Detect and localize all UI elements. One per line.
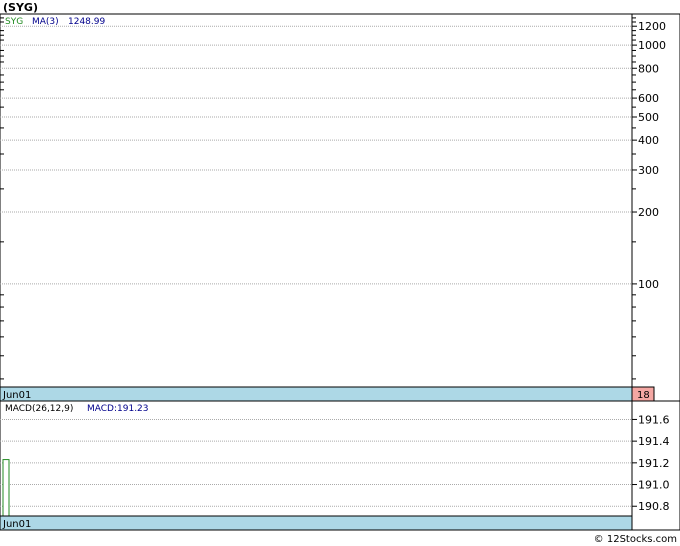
macd-tick-label: 191.0 xyxy=(638,479,670,492)
macd-legend-label: MACD(26,12,9) xyxy=(5,404,73,414)
days-badge-value: 18 xyxy=(637,390,650,401)
macd-tick-label: 190.8 xyxy=(638,500,670,513)
price-tick-label: 100 xyxy=(638,278,659,291)
price-legend-ticker: SYG xyxy=(5,17,23,27)
macd-date-label: Jun01 xyxy=(2,519,31,530)
credit-text: © 12Stocks.com xyxy=(594,534,677,545)
macd-legend-value: MACD:191.23 xyxy=(87,404,149,414)
price-tick-label: 1200 xyxy=(638,20,666,33)
macd-tick-label: 191.2 xyxy=(638,457,670,470)
macd-tick-label: 191.4 xyxy=(638,435,670,448)
price-tick-label: 1000 xyxy=(638,39,666,52)
price-tick-label: 300 xyxy=(638,164,659,177)
stock-chart: (SYG) 12001000800600500400300200100 SYG … xyxy=(0,1,680,545)
price-date-label: Jun01 xyxy=(2,390,31,401)
price-tick-label: 200 xyxy=(638,206,659,219)
price-tick-label: 500 xyxy=(638,111,659,124)
price-tick-label: 600 xyxy=(638,92,659,105)
macd-bars xyxy=(2,459,10,517)
price-legend-ma-label: MA(3) xyxy=(32,17,59,27)
macd-tick-label: 191.6 xyxy=(638,413,670,426)
price-tick-label: 800 xyxy=(638,62,659,75)
price-legend-ma-value: 1248.99 xyxy=(68,17,105,27)
chart-title: (SYG) xyxy=(3,1,38,14)
macd-date-bar xyxy=(0,515,633,531)
price-panel xyxy=(0,13,680,402)
price-tick-label: 400 xyxy=(638,134,659,147)
price-date-bar xyxy=(0,386,633,402)
macd-bar xyxy=(2,459,10,517)
macd-panel xyxy=(0,400,680,531)
